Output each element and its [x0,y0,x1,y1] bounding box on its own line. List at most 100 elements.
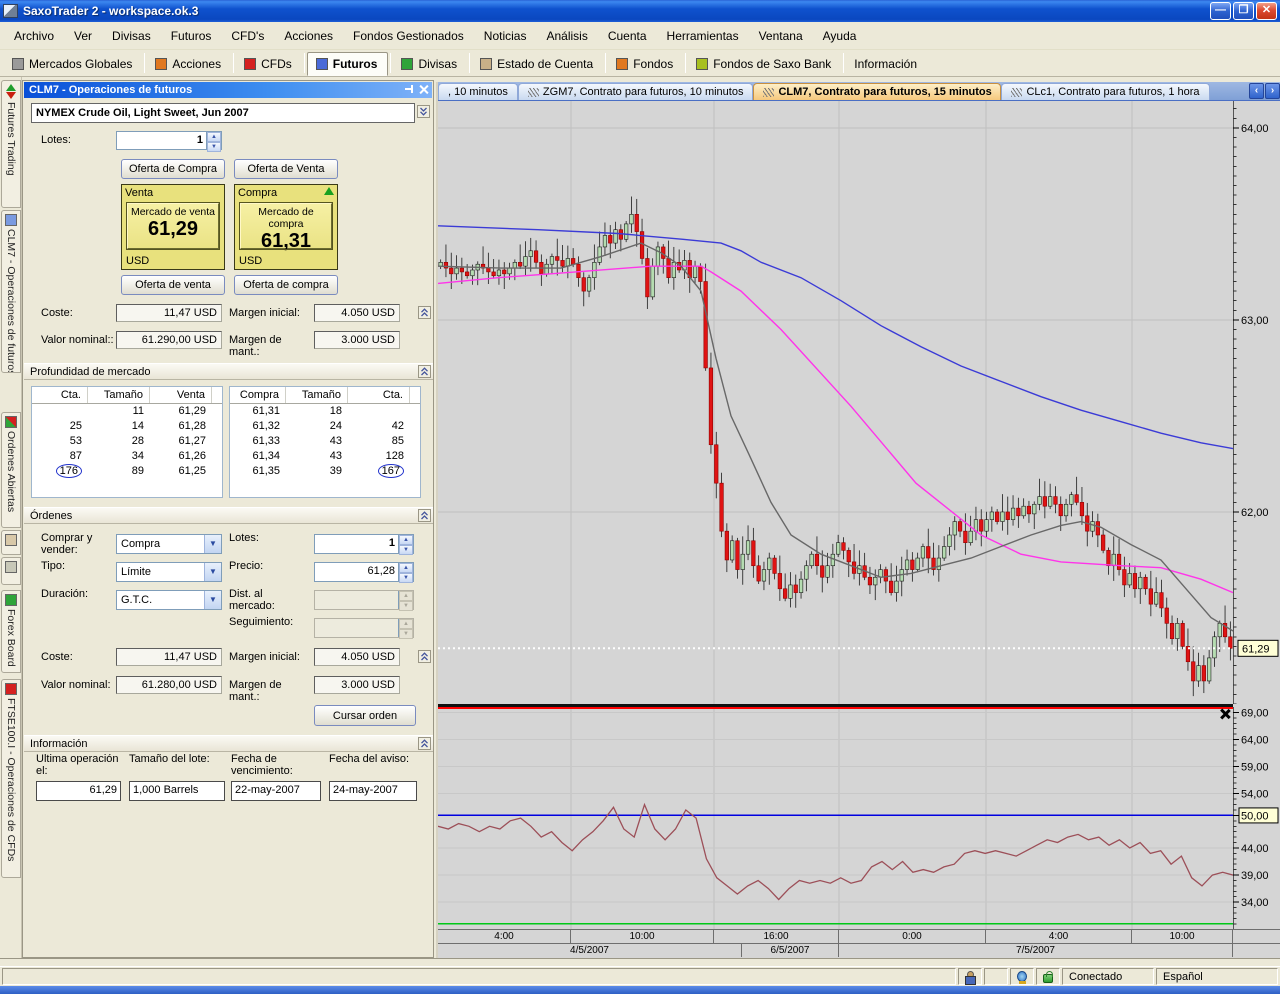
order-input-1[interactable]: 61,28▲▼ [314,562,414,582]
price-axis[interactable]: 64,0063,0062,0061,29 [1233,101,1280,704]
pin-icon[interactable] [405,84,415,94]
dropdown-arrow-icon[interactable]: ▼ [204,591,221,609]
toolbar-tab-fondos[interactable]: Fondos [608,52,683,76]
toolbar-tab-acciones[interactable]: Acciones [147,52,231,76]
sidebar-tab-futures-trading[interactable]: Futures Trading [1,80,21,208]
minimize-button[interactable]: — [1210,2,1231,20]
order-select-0[interactable]: Compra▼ [116,534,222,554]
sidebar-tab-news-icon[interactable] [1,557,21,585]
restore-button[interactable]: ❐ [1233,2,1254,20]
menu-item-12[interactable]: Ayuda [813,26,867,46]
menu-item-3[interactable]: Futuros [161,26,222,46]
dropdown-arrow-icon[interactable]: ▼ [204,563,221,581]
depth-row[interactable]: 251461,28 [32,419,222,434]
toolbar-tab-informaci-n[interactable]: Información [846,52,927,76]
toolbar-tab-divisas[interactable]: Divisas [393,52,467,76]
oferta-de-venta-button[interactable]: Oferta de Venta [234,159,338,179]
menu-item-7[interactable]: Noticias [474,26,537,46]
collapse-info-icon[interactable] [418,737,431,750]
horizontal-scrollbar[interactable] [0,958,1280,966]
toolbar-tab-futuros[interactable]: Futuros [307,52,389,76]
chart-tab-1[interactable]: ZGM7, Contrato para futuros, 10 minutos [518,83,754,100]
chart-tab-3[interactable]: CLc1, Contrato para futuros, 1 hora [1001,83,1209,100]
toolbar-tab-mercados-globales[interactable]: Mercados Globales [4,52,142,76]
panel-title-bar[interactable]: CLM7 - Operaciones de futuros [24,82,432,98]
buy-market-button[interactable]: Mercado de compra 61,31 [240,203,332,249]
instrument-expand-icon[interactable] [417,105,430,118]
spinner[interactable]: ▲▼ [398,563,413,581]
spin-down-icon[interactable]: ▼ [207,142,221,152]
sidebar-tab-forex-board[interactable]: Forex Board [1,590,21,673]
title-bar[interactable]: SaxoTrader 2 - workspace.ok.3 — ❐ ✕ [0,0,1280,22]
collapse-costs-icon[interactable] [418,306,431,319]
sidebar-tab-clm7-operaciones-de-futuros[interactable]: CLM7 - Operaciones de futuros [1,210,21,373]
close-button[interactable]: ✕ [1256,2,1277,20]
depth-row[interactable]: 873461,26 [32,449,222,464]
depth-row[interactable]: 1768961,25 [32,464,222,479]
depth-row[interactable]: 61,3443128 [230,449,420,464]
toolbar-tab-estado-de-cuenta[interactable]: Estado de Cuenta [472,52,603,76]
candle [545,264,549,274]
collapse-orders-icon[interactable] [418,509,431,522]
order-select-2[interactable]: G.T.C.▼ [116,590,222,610]
menu-item-5[interactable]: Acciones [274,26,343,46]
lotes-stepper[interactable]: 1 ▲▼ [116,131,222,150]
chart-tab-0[interactable]: , 10 minutos [438,83,518,100]
status-language[interactable]: Español [1156,968,1278,985]
order-select-1[interactable]: Límite▼ [116,562,222,582]
menu-item-8[interactable]: Análisis [536,26,597,46]
close-indicator-icon[interactable] [1219,708,1230,719]
candle [1054,497,1058,505]
menu-item-11[interactable]: Ventana [749,26,813,46]
menu-item-0[interactable]: Archivo [4,26,64,46]
menu-item-4[interactable]: CFD's [221,26,274,46]
instrument-selector[interactable]: NYMEX Crude Oil, Light Sweet, Jun 2007 [31,103,415,123]
close-panel-icon[interactable] [419,84,429,94]
depth-row[interactable]: 61,322442 [230,419,420,434]
sell-market-button[interactable]: Mercado de venta 61,29 [127,203,219,249]
futures-icon [316,58,328,70]
depth-row[interactable]: 61,3118 [230,404,420,419]
scroll-left-icon[interactable]: ‹ [1249,83,1264,99]
menu-item-1[interactable]: Ver [64,26,102,46]
collapse-depth-icon[interactable] [418,365,431,378]
depth-sell-table[interactable]: Cta.TamañoVenta1161,29251461,28532861,27… [31,386,223,498]
rsi-chart[interactable] [438,707,1233,929]
depth-row[interactable]: 61,3539167 [230,464,420,479]
toolbar-tab-fondos-de-saxo-bank[interactable]: Fondos de Saxo Bank [688,52,841,76]
collapse-orders-costs-icon[interactable] [418,650,431,663]
spin-up-icon[interactable]: ▲ [207,132,221,142]
candle [699,266,703,281]
menu-item-10[interactable]: Herramientas [657,26,749,46]
sidebar-tab-contact-icon[interactable] [1,530,21,555]
candle [1112,554,1116,566]
dropdown-arrow-icon[interactable]: ▼ [204,535,221,553]
depth-cell: 61,33 [230,434,286,449]
rsi-axis[interactable]: 69,0064,0059,0054,0050,0044,0039,0034,00 [1233,707,1280,929]
depth-row[interactable]: 61,334385 [230,434,420,449]
toolbar-separator [605,53,606,73]
depth-row[interactable]: 532861,27 [32,434,222,449]
oferta-de-compra-button[interactable]: Oferta de Compra [121,159,225,179]
oferta-de-venta-lower-button[interactable]: Oferta de venta [121,275,225,295]
cursar-orden-button[interactable]: Cursar orden [314,705,416,726]
depth-buy-table[interactable]: CompraTamañoCta.61,311861,32244261,33438… [229,386,421,498]
buy-market-label: Mercado de compra [241,204,331,230]
menu-item-6[interactable]: Fondos Gestionados [343,26,474,46]
oferta-de-compra-lower-button[interactable]: Oferta de compra [234,275,338,295]
scroll-right-icon[interactable]: › [1265,83,1280,99]
price-up-icon [324,187,334,195]
menu-item-9[interactable]: Cuenta [598,26,657,46]
depth-row[interactable]: 1161,29 [32,404,222,419]
sidebar-tab-ordenes-abiertas[interactable]: Ordenes Abiertas [1,412,21,528]
price-chart[interactable] [438,101,1233,704]
spinner[interactable]: ▲▼ [398,535,413,553]
toolbar-tab-label: Divisas [418,57,457,71]
order-input-0[interactable]: 1▲▼ [314,534,414,554]
axis-tick-label: 54,00 [1241,789,1269,801]
chart-tab-2[interactable]: CLM7, Contrato para futuros, 15 minutos [753,83,1001,100]
chart-doc-icon [763,88,774,97]
menu-item-2[interactable]: Divisas [102,26,161,46]
toolbar-tab-cfds[interactable]: CFDs [236,52,302,76]
sidebar-tab-ftse100-i-operaciones-de-cfds[interactable]: FTSE100.I - Operaciones de CFDs [1,679,21,878]
